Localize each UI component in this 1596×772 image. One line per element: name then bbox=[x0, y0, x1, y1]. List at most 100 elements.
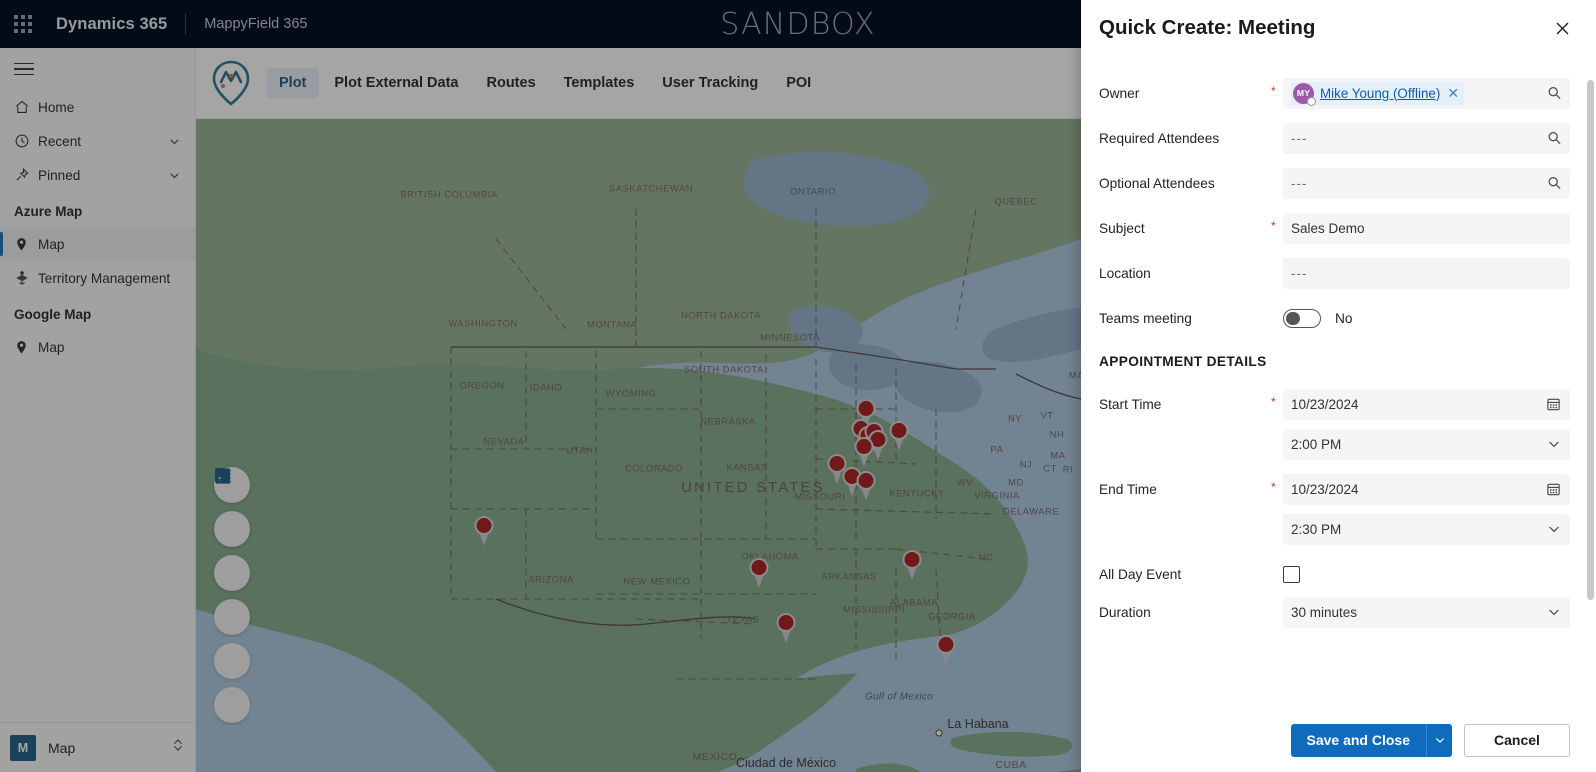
map-label: BRITISH COLUMBIA bbox=[400, 189, 497, 200]
chevron-down-icon[interactable] bbox=[1547, 605, 1561, 619]
chevron-down-icon[interactable] bbox=[1547, 437, 1561, 451]
map-label: WV bbox=[957, 477, 973, 488]
presence-offline-icon bbox=[1307, 97, 1316, 106]
pin-head bbox=[475, 516, 494, 535]
map-tab[interactable]: Routes bbox=[473, 68, 548, 98]
grid-icon[interactable] bbox=[214, 599, 250, 635]
required-indicator: * bbox=[1271, 213, 1283, 233]
hamburger-menu-icon[interactable] bbox=[0, 48, 195, 90]
owner-name[interactable]: Mike Young (Offline) bbox=[1320, 86, 1440, 101]
required-attendees-input[interactable]: --- bbox=[1283, 123, 1570, 154]
map-label: QUÉBEC bbox=[995, 196, 1038, 207]
owner-input[interactable]: MY Mike Young (Offline) ✕ bbox=[1283, 78, 1570, 109]
map-tool-rail: 1 2 bbox=[214, 467, 250, 723]
save-and-close-button[interactable]: Save and Close bbox=[1291, 724, 1453, 757]
area-badge: M bbox=[10, 735, 36, 761]
field-value: 2:00 PM bbox=[1291, 437, 1341, 452]
field-label: Teams meeting bbox=[1099, 303, 1271, 326]
refresh-icon[interactable] bbox=[214, 687, 250, 723]
map-pin-marker[interactable] bbox=[855, 471, 877, 501]
quick-create-form: Owner * MY Mike Young (Offline) ✕ bbox=[1081, 56, 1596, 708]
calendar-icon[interactable] bbox=[1546, 482, 1561, 497]
app-root: PlotPlot External DataRoutesTemplatesUse… bbox=[0, 0, 1596, 772]
save-icon[interactable] bbox=[214, 511, 250, 547]
field-label: Owner bbox=[1099, 78, 1271, 101]
chevron-down-icon[interactable] bbox=[1426, 724, 1452, 757]
pin-head bbox=[903, 550, 922, 569]
sidebar-item-pinned[interactable]: Pinned bbox=[0, 158, 195, 192]
required-indicator: * bbox=[1271, 78, 1283, 98]
calendar-icon[interactable] bbox=[1546, 397, 1561, 412]
owner-chip[interactable]: MY Mike Young (Offline) ✕ bbox=[1291, 82, 1464, 105]
document-icon[interactable] bbox=[214, 555, 250, 591]
start-time-input[interactable]: 2:00 PM bbox=[1283, 429, 1570, 460]
field-label: Required Attendees bbox=[1099, 123, 1271, 146]
sidebar-item-home[interactable]: Home bbox=[0, 90, 195, 124]
map-label: NJ bbox=[1020, 459, 1033, 470]
map-pin-marker[interactable] bbox=[888, 421, 910, 451]
map-tab[interactable]: Plot External Data bbox=[321, 68, 471, 98]
search-icon[interactable] bbox=[1547, 131, 1562, 146]
map-label: KENTUCKY bbox=[889, 488, 944, 499]
map-pin-marker[interactable] bbox=[775, 613, 797, 643]
field-end-time: End Time * 10/23/2024 bbox=[1099, 474, 1570, 545]
close-icon[interactable] bbox=[1546, 12, 1578, 44]
teams-meeting-toggle[interactable] bbox=[1283, 309, 1321, 328]
sidebar: Home Recent Pinned bbox=[0, 48, 196, 772]
sidebar-item-google-map[interactable]: Map bbox=[0, 330, 195, 364]
search-icon[interactable] bbox=[1547, 86, 1562, 101]
pin-head bbox=[857, 399, 876, 418]
sidebar-item-label: Territory Management bbox=[38, 271, 195, 286]
chevron-down-icon[interactable] bbox=[168, 135, 181, 148]
cancel-button[interactable]: Cancel bbox=[1464, 724, 1570, 757]
all-day-event-checkbox[interactable] bbox=[1283, 566, 1300, 583]
remove-chip-icon[interactable]: ✕ bbox=[1447, 85, 1459, 102]
map-tab[interactable]: Templates bbox=[551, 68, 648, 98]
sidebar-item-recent[interactable]: Recent bbox=[0, 124, 195, 158]
chevron-down-icon[interactable] bbox=[1547, 522, 1561, 536]
pin-head bbox=[777, 613, 796, 632]
save-and-close-label[interactable]: Save and Close bbox=[1291, 724, 1427, 757]
field-owner: Owner * MY Mike Young (Offline) ✕ bbox=[1099, 78, 1570, 109]
map-label: MAINE bbox=[1069, 370, 1081, 381]
brand-dynamics365[interactable]: Dynamics 365 bbox=[56, 15, 167, 34]
map-tab[interactable]: Plot bbox=[266, 68, 319, 98]
map-label: ALABAMA bbox=[890, 597, 938, 608]
map-pin-marker[interactable] bbox=[473, 516, 495, 546]
map-tab[interactable]: POI bbox=[773, 68, 824, 98]
optional-attendees-input[interactable]: --- bbox=[1283, 168, 1570, 199]
panel-scrollbar[interactable] bbox=[1587, 80, 1594, 600]
location-input[interactable]: --- bbox=[1283, 258, 1570, 289]
field-label: Optional Attendees bbox=[1099, 168, 1271, 191]
map-pin-marker[interactable] bbox=[901, 550, 923, 580]
app-name[interactable]: MappyField 365 bbox=[204, 16, 307, 32]
end-date-input[interactable]: 10/23/2024 bbox=[1283, 474, 1570, 505]
map-label: MINNESOTA bbox=[760, 332, 820, 343]
chevron-updown-icon[interactable] bbox=[171, 737, 185, 758]
map-tab[interactable]: User Tracking bbox=[649, 68, 771, 98]
sidebar-item-azure-map[interactable]: Map bbox=[0, 227, 195, 261]
sidebar-item-label: Map bbox=[38, 340, 195, 355]
subject-input[interactable]: Sales Demo bbox=[1283, 213, 1570, 244]
end-time-input[interactable]: 2:30 PM bbox=[1283, 514, 1570, 545]
map-label: Ciudad de México bbox=[736, 756, 836, 770]
duration-select[interactable]: 30 minutes bbox=[1283, 597, 1570, 628]
chevron-down-icon[interactable] bbox=[168, 169, 181, 182]
sidebar-area-switcher[interactable]: M Map bbox=[0, 722, 195, 772]
field-value: Sales Demo bbox=[1291, 221, 1365, 236]
start-date-input[interactable]: 10/23/2024 bbox=[1283, 389, 1570, 420]
map-pin-marker[interactable] bbox=[853, 437, 875, 467]
map-canvas[interactable]: BRITISH COLUMBIASASKATCHEWANONTARIOQUÉBE… bbox=[196, 119, 1081, 772]
map-pin-marker[interactable] bbox=[748, 558, 770, 588]
pin-icon bbox=[14, 167, 38, 183]
app-launcher-grid-icon[interactable] bbox=[0, 0, 46, 48]
field-label: End Time bbox=[1099, 474, 1271, 497]
sidebar-item-territory-management[interactable]: Territory Management bbox=[0, 261, 195, 295]
search-icon[interactable] bbox=[1547, 176, 1562, 191]
map-label: La Habana bbox=[947, 717, 1008, 731]
map-label: TEXAS bbox=[726, 614, 760, 625]
numbered-list-icon[interactable]: 1 2 bbox=[214, 643, 250, 679]
map-pin-marker[interactable] bbox=[935, 635, 957, 665]
pin-head bbox=[937, 635, 956, 654]
sidebar-group-azure-map: Azure Map bbox=[0, 192, 195, 227]
